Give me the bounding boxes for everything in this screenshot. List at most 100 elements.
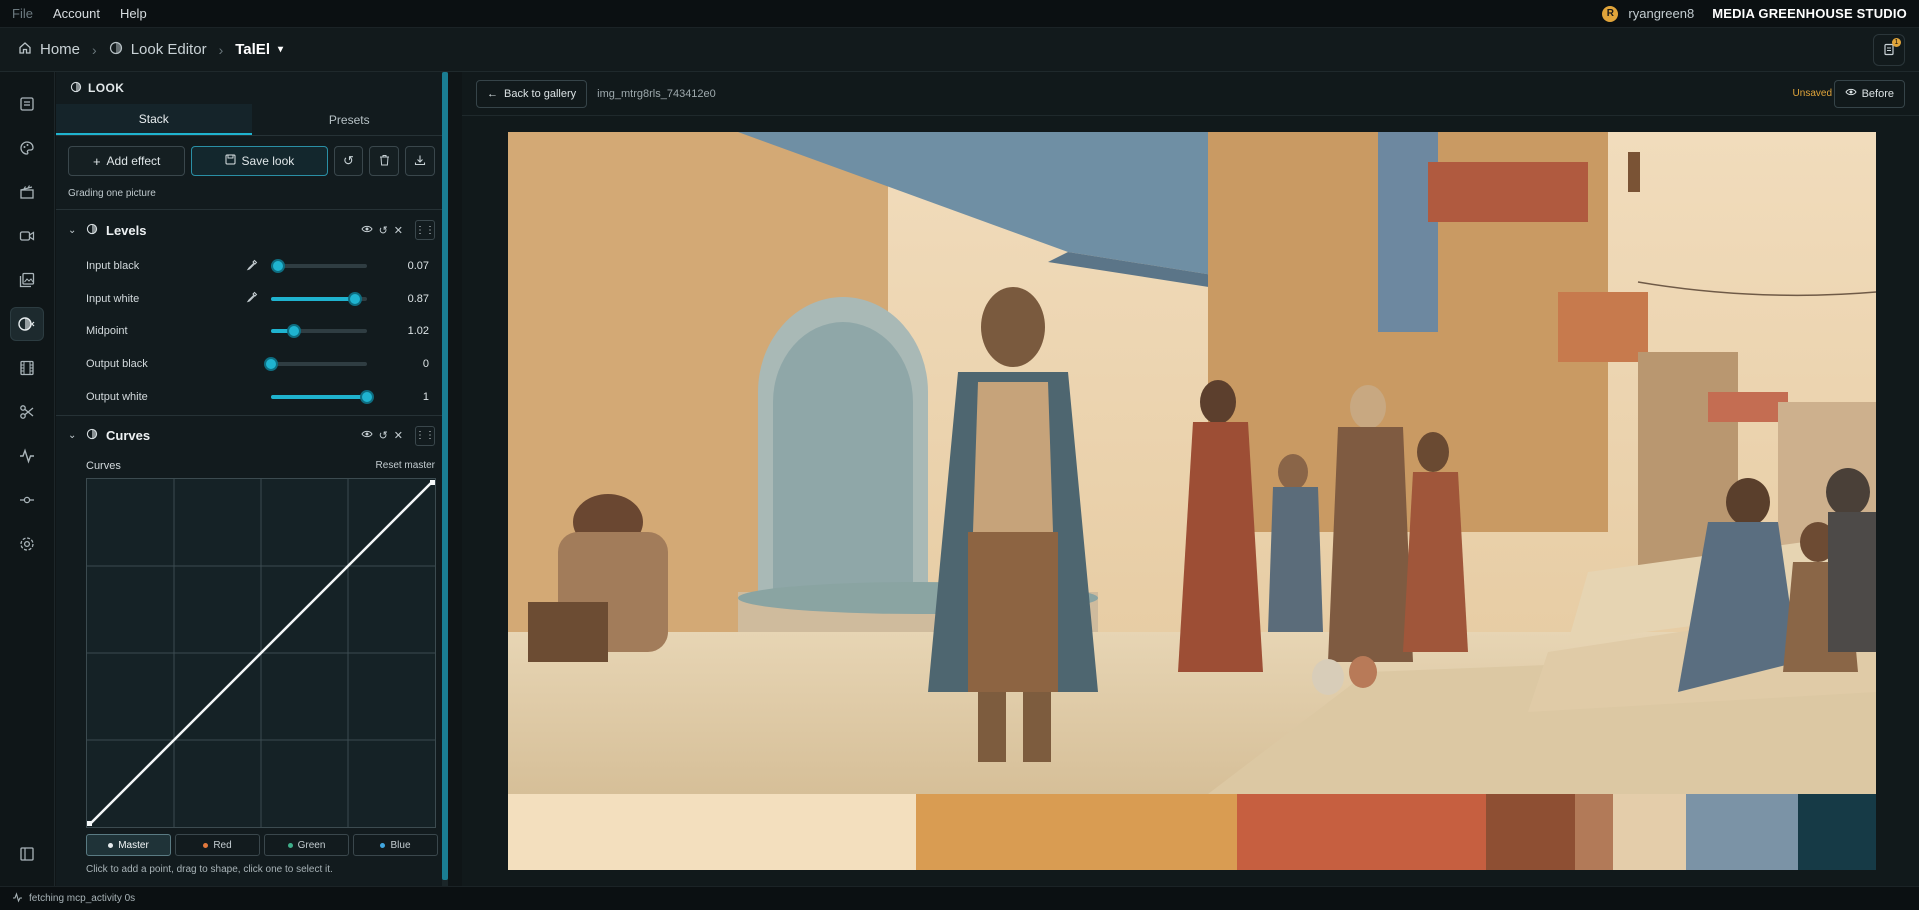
reset-button[interactable]: ↺ <box>333 146 364 176</box>
slider-fill <box>271 296 355 301</box>
trash-icon <box>379 154 390 169</box>
username[interactable]: ryangreen8 <box>1628 6 1694 21</box>
color-swatch[interactable] <box>1575 794 1614 870</box>
drag-handle-icon[interactable]: ⋮⋮ <box>415 425 435 446</box>
gear-icon[interactable] <box>10 527 44 561</box>
slider-thumb[interactable] <box>287 324 302 339</box>
slider-label: Midpoint <box>86 325 128 338</box>
reset-icon[interactable]: ↺ <box>379 224 388 237</box>
panel-tabs: Stack Presets <box>56 104 447 136</box>
levels-row: Output black 0 <box>56 348 447 381</box>
eyedropper-icon[interactable] <box>246 291 258 306</box>
channel-master[interactable]: Master <box>86 834 171 856</box>
menu-account[interactable]: Account <box>53 6 100 21</box>
tab-stack[interactable]: Stack <box>56 104 252 135</box>
save-icon <box>225 154 236 168</box>
chevron-down-icon[interactable]: ⌄ <box>68 430 78 441</box>
curve-graph[interactable] <box>87 479 435 827</box>
reset-icon[interactable]: ↺ <box>379 429 388 442</box>
eyedropper-icon[interactable] <box>246 259 258 274</box>
download-button[interactable] <box>405 146 435 176</box>
avatar[interactable]: R <box>1602 5 1619 22</box>
activity-button[interactable]: 1 <box>1873 34 1905 66</box>
slider-track[interactable] <box>271 324 367 339</box>
download-icon <box>414 154 426 169</box>
channel-blue-label: Blue <box>390 839 411 851</box>
palette-icon[interactable] <box>10 131 44 165</box>
curves-label-row: Curves Reset master <box>56 456 447 472</box>
slider-thumb[interactable] <box>264 357 278 372</box>
studio-name: MEDIA GREENHOUSE STUDIO <box>1712 6 1907 21</box>
projects-icon[interactable] <box>10 87 44 121</box>
breadcrumb-look-editor[interactable]: Look Editor <box>109 41 207 58</box>
slider-track[interactable] <box>271 291 367 306</box>
eye-icon[interactable] <box>360 429 373 442</box>
reset-master-button[interactable]: Reset master <box>376 460 435 472</box>
delete-button[interactable] <box>369 146 400 176</box>
curve-point <box>430 480 435 485</box>
channel-red[interactable]: Red <box>175 834 260 856</box>
slider-track[interactable] <box>264 357 367 372</box>
channel-blue[interactable]: Blue <box>353 834 438 856</box>
preview-illustration <box>508 132 1876 794</box>
panel-header: LOOK <box>56 72 447 104</box>
curve-editor[interactable] <box>86 478 436 828</box>
gallery-icon[interactable] <box>10 263 44 297</box>
video-icon[interactable] <box>10 219 44 253</box>
drag-handle-icon[interactable]: ⋮⋮ <box>415 220 435 240</box>
eye-icon[interactable] <box>360 224 373 237</box>
color-swatch[interactable] <box>508 794 916 870</box>
color-swatch[interactable] <box>1798 794 1876 870</box>
add-effect-label: Add effect <box>106 154 161 168</box>
curves-header[interactable]: ⌄ Curves ↺ ✕ ⋮⋮ <box>56 416 447 456</box>
channel-green[interactable]: Green <box>264 834 349 856</box>
slider-thumb[interactable] <box>360 389 374 404</box>
blue-dot-icon <box>380 842 386 848</box>
menu-help[interactable]: Help <box>120 6 147 21</box>
color-swatch[interactable] <box>1685 794 1798 870</box>
close-icon[interactable]: ✕ <box>394 429 403 442</box>
panel-scrollbar[interactable] <box>442 72 448 880</box>
breadcrumb-current[interactable]: TalEl ▾ <box>235 41 283 58</box>
look-editor-icon[interactable] <box>10 307 44 341</box>
commit-icon[interactable] <box>10 483 44 517</box>
levels-title: Levels <box>106 222 147 238</box>
preview-image[interactable] <box>508 132 1876 794</box>
close-icon[interactable]: ✕ <box>394 224 403 237</box>
unsaved-status: Unsaved <box>1792 88 1832 99</box>
slider-value: 0.07 <box>407 260 429 273</box>
levels-actions: ↺ ✕ ⋮⋮ <box>360 220 435 240</box>
chevron-down-icon[interactable]: ⌄ <box>68 225 78 236</box>
before-toggle-button[interactable]: Before <box>1833 79 1905 108</box>
slider-track[interactable] <box>271 389 374 404</box>
color-swatch[interactable] <box>915 794 1238 870</box>
curve-hint: Click to add a point, drag to shape, cli… <box>86 864 333 875</box>
film-icon[interactable] <box>10 351 44 385</box>
levels-row: Input white 0.87 <box>56 283 447 316</box>
levels-header[interactable]: ⌄ Levels ↺ ✕ ⋮⋮ <box>56 210 447 250</box>
slider-thumb[interactable] <box>270 259 285 274</box>
activity-icon[interactable] <box>10 439 44 473</box>
color-swatch[interactable] <box>1486 794 1576 870</box>
save-look-button[interactable]: Save look <box>191 146 328 176</box>
slider-thumb[interactable] <box>347 291 362 306</box>
user-area: R ryangreen8 MEDIA GREENHOUSE STUDIO <box>1602 5 1907 22</box>
levels-effect-icon <box>86 223 98 238</box>
color-swatch[interactable] <box>1613 794 1686 870</box>
breadcrumb-look-editor-label: Look Editor <box>130 41 207 58</box>
add-effect-button[interactable]: + Add effect <box>68 146 186 176</box>
breadcrumb: Home › Look Editor › TalEl ▾ 1 <box>0 28 1919 72</box>
curves-effect-icon <box>86 428 98 443</box>
back-to-gallery-button[interactable]: ← Back to gallery <box>476 79 588 108</box>
levels-row: Midpoint 1.02 <box>56 315 447 348</box>
breadcrumb-home-label: Home <box>40 41 81 58</box>
menu-file[interactable]: File <box>12 6 33 21</box>
tab-presets[interactable]: Presets <box>252 104 448 135</box>
before-label: Before <box>1861 87 1894 100</box>
breadcrumb-home[interactable]: Home <box>18 41 80 58</box>
sidebar-toggle-icon[interactable] <box>10 837 44 871</box>
slider-track[interactable] <box>270 259 367 274</box>
clapperboard-icon[interactable] <box>10 175 44 209</box>
scissors-icon[interactable] <box>10 395 44 429</box>
color-swatch[interactable] <box>1237 794 1487 870</box>
